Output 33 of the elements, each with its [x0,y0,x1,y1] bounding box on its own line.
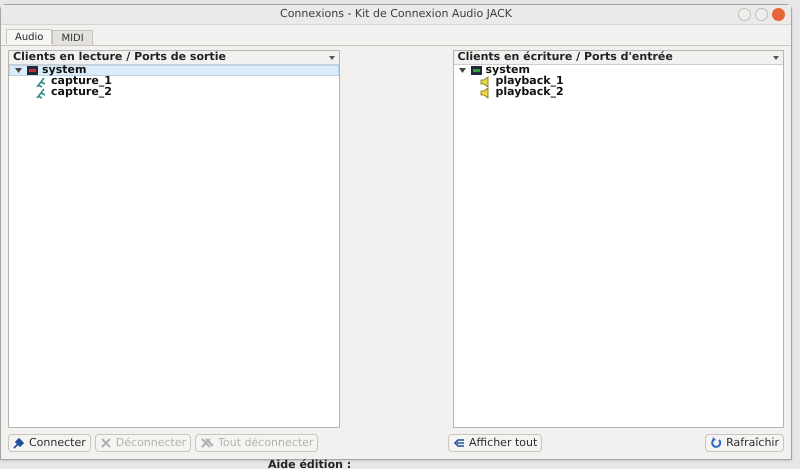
column-header[interactable]: Clients en lecture / Ports de sortie [9,51,338,65]
jack-plug-icon [35,86,47,98]
monitor-icon [470,66,482,75]
refresh-icon [710,437,722,449]
close-button[interactable] [772,8,785,21]
client-row[interactable]: system [454,65,783,76]
background-label: Aide édition : [268,460,352,469]
client-row[interactable]: system [9,65,338,76]
port-row[interactable]: capture_2 [9,87,338,98]
port-row[interactable]: playback_1 [454,76,783,87]
port-row[interactable]: capture_1 [9,76,338,87]
expand-arrow-icon[interactable] [458,67,466,74]
cross-icon [200,437,214,449]
minimize-button[interactable] [738,8,751,21]
toolbar-button[interactable]: Rafraîchir [705,434,784,452]
window-title: Connexions - Kit de Connexion Audio JACK [280,6,512,22]
monitor-icon [27,66,38,75]
toolbar-button[interactable]: Afficher tout [448,434,542,452]
toolbar-button[interactable]: Connecter [8,434,91,452]
cross-icon [100,437,112,449]
arrow-icon [453,437,465,449]
speaker-icon [480,76,492,88]
speaker-icon [480,86,492,98]
plug-icon [13,437,25,449]
tab[interactable]: Audio [6,29,52,44]
expand-arrow-icon[interactable] [15,67,22,74]
column-header[interactable]: Clients en écriture / Ports d'entrée [454,51,783,65]
maximize-button[interactable] [755,8,768,21]
dropdown-caret-icon [328,56,334,60]
port-row[interactable]: playback_2 [454,87,783,98]
dropdown-caret-icon [773,56,779,60]
jack-plug-icon [35,76,47,88]
tab[interactable]: MIDI [52,30,93,45]
